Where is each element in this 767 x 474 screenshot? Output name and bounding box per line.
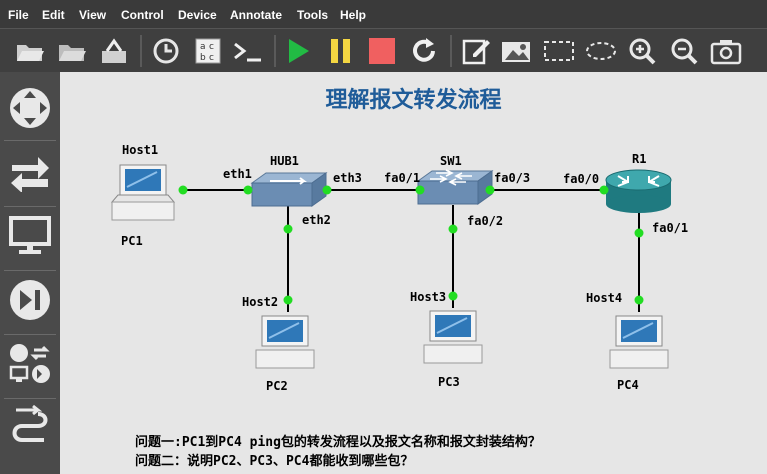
pc3-icon[interactable]: [423, 310, 483, 364]
question-2: 问题二：说明PC2、PC3、PC4都能收到哪些包？: [135, 454, 414, 469]
port-label-hub-eth2: eth2: [302, 213, 331, 227]
label-host2[interactable]: Host2: [242, 295, 278, 309]
label-host4[interactable]: Host4: [586, 291, 622, 305]
label-r1[interactable]: R1: [632, 152, 646, 166]
port-label-sw-fa03: fa0/3: [494, 171, 531, 185]
port-dot-pc2: [283, 295, 293, 305]
port-dot-pc1: [178, 185, 188, 195]
hub1-icon[interactable]: [250, 172, 328, 207]
port-label-hub-eth1: eth1: [223, 167, 252, 181]
question-1: 问题一:PC1到PC4 ping包的转发流程以及报文名称和报文封装结构？: [135, 435, 541, 450]
port-label-r-fa00: fa0/0: [563, 172, 600, 186]
port-dot-pc4: [634, 295, 644, 305]
port-dot-hub-eth2: [283, 224, 293, 234]
label-sw1[interactable]: SW1: [440, 154, 462, 168]
sw1-icon[interactable]: [416, 169, 494, 205]
port-dot-pc3: [448, 291, 458, 301]
port-dot-r-fa01: [634, 228, 644, 238]
r1-icon[interactable]: [605, 169, 672, 213]
label-host1[interactable]: Host1: [122, 143, 158, 157]
port-dot-sw-fa03: [485, 185, 495, 195]
pc1-icon[interactable]: [110, 164, 176, 221]
port-label-r-fa01: fa0/1: [652, 221, 689, 235]
label-hub1[interactable]: HUB1: [270, 154, 299, 168]
port-dot-hub-eth1: [243, 185, 253, 195]
diagram-title: 理解报文转发流程: [325, 88, 502, 113]
label-pc1[interactable]: PC1: [121, 234, 143, 248]
port-dot-sw-fa01: [415, 185, 425, 195]
port-label-sw-fa02: fa0/2: [467, 214, 504, 228]
port-dot-sw-fa02: [448, 224, 458, 234]
label-pc2[interactable]: PC2: [266, 379, 288, 393]
label-pc3[interactable]: PC3: [438, 375, 460, 389]
port-dot-hub-eth3: [322, 185, 332, 195]
pc4-icon[interactable]: [609, 315, 669, 369]
port-label-hub-eth3: eth3: [333, 171, 362, 185]
topology-diagram: [110, 164, 672, 369]
label-pc4[interactable]: PC4: [617, 378, 639, 392]
label-host3[interactable]: Host3: [410, 290, 446, 304]
port-dot-r-fa00: [599, 185, 609, 195]
port-label-sw-fa01: fa0/1: [384, 171, 421, 185]
pc2-icon[interactable]: [255, 315, 315, 369]
port-indicators: [178, 185, 644, 305]
